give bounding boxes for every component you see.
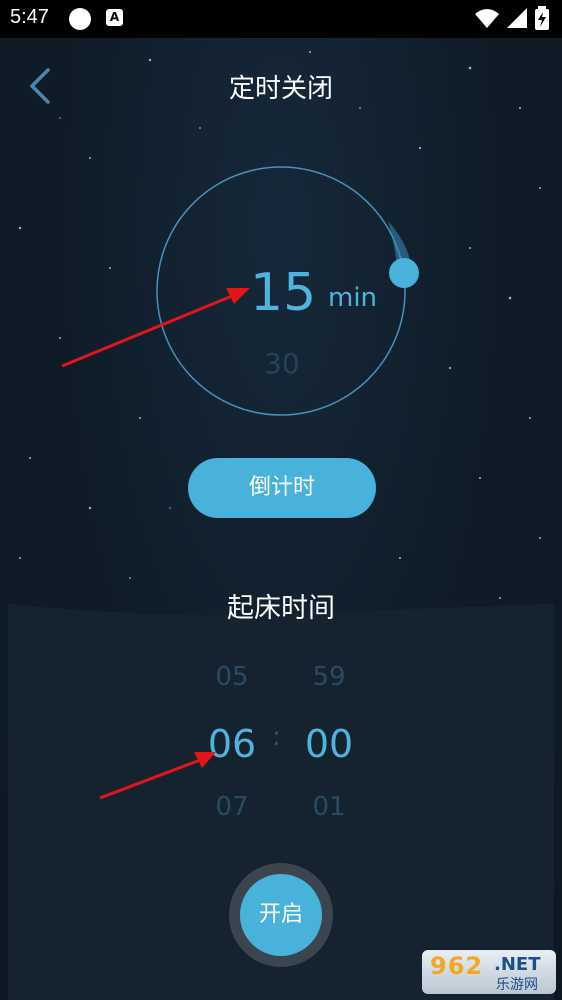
- timer-minutes-value: 15: [250, 263, 317, 323]
- status-right-icons: [474, 6, 550, 30]
- minute-next[interactable]: 01: [289, 792, 369, 830]
- circle-icon: [69, 8, 91, 30]
- timer-next-value: 30: [264, 347, 300, 380]
- timer-dial[interactable]: 15 min 30: [150, 163, 420, 423]
- signal-icon: [506, 8, 527, 28]
- timer-screen: 定时关闭 15 min 30 倒计时 起床时间 05 06 07 : 59 00…: [0, 38, 562, 1000]
- minute-picker[interactable]: 59 00 01: [289, 662, 369, 830]
- time-separator: :: [272, 722, 281, 752]
- countdown-button[interactable]: 倒计时: [188, 458, 376, 518]
- status-time: 5:47: [10, 6, 49, 28]
- dial-handle[interactable]: [389, 258, 419, 288]
- page-title: 定时关闭: [228, 74, 333, 104]
- hour-next[interactable]: 07: [192, 792, 272, 830]
- battery-icon: [535, 6, 549, 30]
- status-bar: 5:47 A: [0, 0, 562, 38]
- watermark-sub: 乐游网: [496, 977, 538, 993]
- hour-selected[interactable]: 06: [192, 722, 272, 770]
- site-watermark: 962 .NET 乐游网: [422, 950, 556, 994]
- minute-selected[interactable]: 00: [289, 722, 369, 770]
- watermark-number: 962: [430, 952, 484, 980]
- wifi-icon: [474, 9, 499, 28]
- timer-minutes-unit: min: [328, 283, 378, 313]
- watermark-suffix: .NET: [494, 954, 541, 975]
- start-button[interactable]: 开启: [240, 874, 322, 956]
- minute-prev[interactable]: 59: [289, 662, 369, 700]
- hour-picker[interactable]: 05 06 07: [192, 662, 272, 830]
- accessibility-icon: A: [106, 9, 123, 26]
- hour-prev[interactable]: 05: [192, 662, 272, 700]
- wake-time-title: 起床时间: [227, 593, 335, 624]
